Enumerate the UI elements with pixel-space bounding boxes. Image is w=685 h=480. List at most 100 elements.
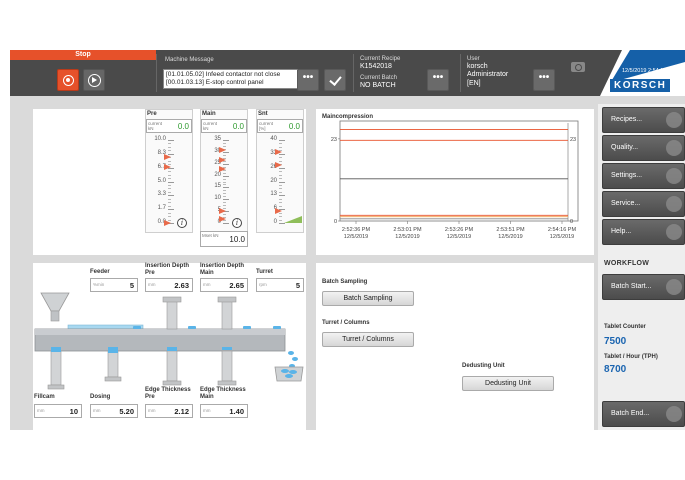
gauge-minor-tick bbox=[279, 216, 282, 218]
feeder-unit: %min bbox=[93, 282, 105, 287]
edge-main-value: 1.40 bbox=[229, 407, 244, 416]
insertion-pre-unit: mm bbox=[148, 282, 156, 287]
quality-label: Quality... bbox=[611, 144, 639, 151]
gauge-minor-tick bbox=[168, 191, 171, 193]
turret-unit: rpm bbox=[259, 282, 267, 287]
gauge-minor-tick bbox=[279, 174, 282, 176]
batch-sampling-button[interactable]: Batch Sampling bbox=[322, 291, 414, 306]
acknowledge-button[interactable] bbox=[324, 69, 346, 91]
insertion-pre-label: Insertion Depth Pre bbox=[145, 263, 190, 276]
gauge-minor-tick bbox=[168, 146, 171, 148]
limit-marker bbox=[275, 149, 282, 156]
gauge-snt: Snt current [%] 0.0 40 33 26 20 13 6 0 bbox=[256, 109, 304, 233]
camera-icon[interactable] bbox=[571, 62, 585, 72]
mset-label: Mset kN bbox=[202, 233, 219, 238]
feeder-field[interactable]: %min 5 bbox=[90, 278, 138, 292]
recipes-button[interactable]: Recipes... bbox=[602, 107, 685, 133]
edge-main-field[interactable]: mm 1.40 bbox=[200, 404, 248, 418]
gauge-pre: Pre current kN 0.0 10.0 8.3 6.7 5.0 3.3 1.7 0.0 i bbox=[145, 109, 193, 233]
stop-state-label: Stop bbox=[10, 50, 156, 60]
gauge-tick-label: 20 bbox=[270, 177, 277, 184]
info-icon[interactable]: i bbox=[177, 218, 187, 228]
gauge-minor-tick bbox=[223, 172, 226, 174]
gauge-tick-label: 0 bbox=[217, 219, 221, 225]
gauge-tick-label: 8.3 bbox=[157, 149, 166, 156]
service-label: Service... bbox=[611, 200, 641, 207]
y-tick-label: 0 bbox=[334, 219, 337, 225]
batch-end-label: Batch End... bbox=[611, 410, 650, 417]
gauge-minor-tick bbox=[168, 188, 171, 190]
dosing-field[interactable]: mm 5.20 bbox=[90, 404, 138, 418]
message-line: [00.01.03.13] E-stop control panel bbox=[166, 79, 264, 86]
help-button[interactable]: Help... bbox=[602, 219, 685, 245]
dedusting-unit-button[interactable]: Dedusting Unit bbox=[462, 376, 554, 391]
feeder-value: 5 bbox=[129, 281, 134, 290]
maincompression-chart[interactable]: 2:52:36 PM12/5/20192:53:01 PM12/5/20192:… bbox=[316, 109, 594, 255]
tablet-hour-label: Tablet / Hour (TPH) bbox=[604, 354, 658, 360]
quality-button[interactable]: Quality... bbox=[602, 135, 685, 161]
fillcam-value: 10 bbox=[69, 407, 78, 416]
maincompression-panel: Maincompression 2:52:36 PM 12/5/2019 2:53:… bbox=[316, 109, 594, 255]
header-bar: Stop Machine Message [01.01.05.02] Infee… bbox=[10, 50, 685, 96]
gauge-tick bbox=[223, 199, 229, 201]
lower-punch-main bbox=[221, 350, 233, 382]
gauge-tick-label: 3.3 bbox=[157, 191, 166, 198]
turret-label: Turret bbox=[256, 269, 273, 275]
stop-button[interactable] bbox=[57, 69, 79, 91]
insertion-pre-field[interactable]: mm 2.63 bbox=[145, 278, 193, 292]
current-recipe-label: Current Recipe bbox=[360, 56, 401, 62]
mset-field[interactable]: Mset kN 10.0 bbox=[200, 231, 248, 247]
start-button[interactable] bbox=[83, 69, 105, 91]
gauge-tick bbox=[223, 163, 229, 165]
right-tick-label: 23 bbox=[570, 137, 576, 143]
insertion-main-label: Insertion Depth Main bbox=[200, 263, 245, 276]
help-icon bbox=[666, 224, 682, 240]
insertion-main-field[interactable]: mm 2.65 bbox=[200, 278, 248, 292]
turret-field[interactable]: rpm 5 bbox=[256, 278, 304, 292]
current-batch-label: Current Batch bbox=[360, 75, 398, 81]
gauge-reading-value: 0.0 bbox=[288, 122, 300, 131]
machine-message-box[interactable]: [01.01.05.02] Infeed contactor not close… bbox=[163, 69, 298, 89]
gauge-minor-tick bbox=[223, 142, 226, 144]
limit-marker bbox=[219, 215, 226, 222]
edge-pre-field[interactable]: mm 2.12 bbox=[145, 404, 193, 418]
recipe-more-button[interactable]: ••• bbox=[427, 69, 449, 91]
messages-more-button[interactable]: ••• bbox=[297, 69, 319, 91]
plot-area bbox=[339, 120, 579, 222]
batch-end-button[interactable]: Batch End... bbox=[602, 401, 685, 427]
right-tick-label: 0 bbox=[570, 219, 573, 225]
user-more-button[interactable]: ••• bbox=[533, 69, 555, 91]
gauge-minor-tick bbox=[279, 184, 282, 186]
gear-icon bbox=[666, 168, 682, 184]
gauge-minor-tick bbox=[279, 146, 282, 148]
settings-button[interactable]: Settings... bbox=[602, 163, 685, 189]
gauge-tick bbox=[168, 181, 174, 183]
gauge-tick bbox=[279, 140, 285, 141]
lower-punch-pre bbox=[166, 350, 178, 382]
edge-pre-label: Edge Thickness Pre bbox=[145, 387, 191, 400]
gauge-minor-tick bbox=[223, 193, 226, 195]
gauge-minor-tick bbox=[168, 150, 171, 152]
gauge-minor-tick bbox=[279, 191, 282, 193]
dosing-value: 5.20 bbox=[119, 407, 134, 416]
turret-columns-button[interactable]: Turret / Columns bbox=[322, 332, 414, 347]
settings-label: Settings... bbox=[611, 172, 643, 179]
gauge-tick-label: 30 bbox=[214, 147, 221, 154]
upper-punch-main bbox=[221, 300, 233, 330]
info-icon[interactable]: i bbox=[232, 218, 242, 228]
gauge-tick-label: 5.0 bbox=[157, 177, 166, 184]
batch-start-button[interactable]: Batch Start... bbox=[602, 274, 685, 300]
gauge-minor-tick bbox=[223, 181, 226, 183]
fillcam-field[interactable]: mm 10 bbox=[34, 404, 82, 418]
gauge-tick bbox=[223, 175, 229, 177]
message-line: [01.01.05.02] Infeed contactor not close bbox=[166, 71, 281, 78]
gauge-minor-tick bbox=[168, 216, 171, 218]
x-tick-label: 2:52:36 PM bbox=[342, 227, 371, 233]
x-tick-label: 2:53:01 PM bbox=[393, 227, 422, 233]
header-divider bbox=[353, 54, 354, 92]
gauge-tick bbox=[168, 195, 174, 197]
gauge-reading-value: 0.0 bbox=[232, 122, 244, 131]
tablet-counter-value: 7500 bbox=[604, 336, 627, 347]
service-button[interactable]: Service... bbox=[602, 191, 685, 217]
turret-value: 5 bbox=[295, 281, 300, 290]
